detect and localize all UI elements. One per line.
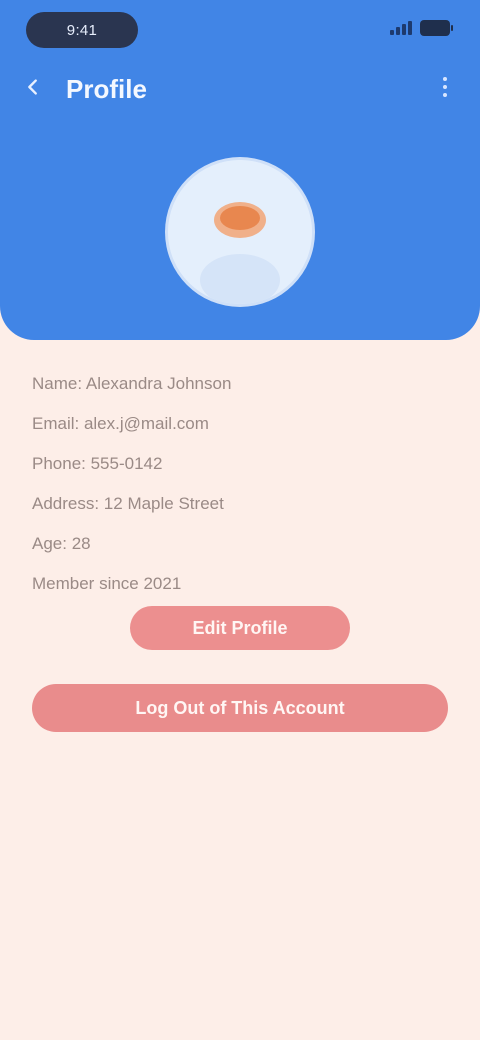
info-name: Name: Alexandra Johnson	[32, 374, 232, 393]
back-button[interactable]	[16, 70, 50, 104]
logout-button[interactable]: Log Out of This Account	[32, 684, 448, 732]
info-address: Address: 12 Maple Street	[32, 494, 224, 513]
arrow-left-icon	[28, 79, 37, 95]
status-time: 9:41	[26, 12, 138, 48]
profile-header: 9:41 Profile	[0, 0, 480, 340]
user-avatar-icon	[168, 160, 312, 304]
info-member-since: Member since 2021	[32, 574, 182, 593]
edit-profile-button[interactable]: Edit Profile	[130, 606, 350, 650]
info-age: Age: 28	[32, 534, 91, 553]
signal-icon	[390, 21, 412, 35]
profile-screen: 9:41 Profile Name: Alexandra Johnson Ema…	[0, 0, 480, 1040]
more-vertical-icon	[443, 75, 447, 99]
profile-avatar[interactable]	[168, 160, 312, 304]
info-phone: Phone: 555-0142	[32, 454, 163, 473]
status-icons	[390, 20, 453, 36]
battery-icon	[420, 20, 453, 36]
page-title: Profile	[66, 74, 147, 104]
menu-button[interactable]	[428, 70, 462, 104]
profile-info-list: Name: Alexandra Johnson Email: alex.j@ma…	[32, 364, 452, 604]
info-email: Email: alex.j@mail.com	[32, 414, 209, 433]
